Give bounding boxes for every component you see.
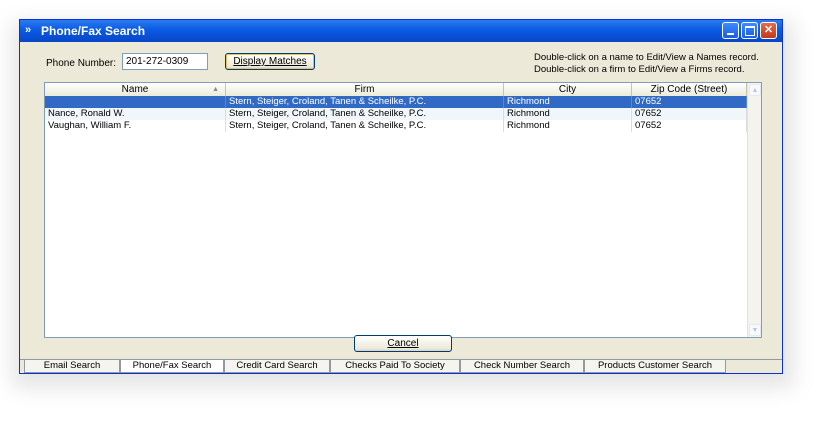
cell-zip[interactable]: 07652 — [632, 96, 747, 108]
cell-firm[interactable]: Stern, Steiger, Croland, Tanen & Scheilk… — [226, 96, 504, 108]
column-header-name[interactable]: Name ▲ — [45, 83, 226, 96]
scroll-down-icon[interactable]: ▼ — [749, 324, 761, 336]
minimize-button[interactable] — [722, 22, 739, 39]
phone-number-input[interactable] — [122, 53, 208, 70]
search-tabs: Email Search Phone/Fax Search Credit Car… — [20, 359, 782, 374]
cell-name[interactable]: Vaughan, William F. — [45, 120, 226, 132]
tab-credit-card-search[interactable]: Credit Card Search — [224, 360, 330, 373]
cell-firm[interactable]: Stern, Steiger, Croland, Tanen & Scheilk… — [226, 120, 504, 132]
tab-products-customer-search[interactable]: Products Customer Search — [584, 360, 726, 373]
minimize-icon — [727, 33, 734, 35]
tab-phone-fax-search[interactable]: Phone/Fax Search — [120, 360, 224, 373]
cell-city[interactable]: Richmond — [504, 96, 632, 108]
cell-city[interactable]: Richmond — [504, 120, 632, 132]
app-icon: » — [25, 24, 32, 36]
phone-number-label: Phone Number: — [46, 58, 117, 69]
display-matches-label: Display Matches — [233, 56, 307, 67]
hint-names: Double-click on a name to Edit/View a Na… — [534, 52, 759, 63]
vertical-scrollbar[interactable]: ▲ ▼ — [747, 83, 761, 337]
display-matches-button[interactable]: Display Matches — [225, 53, 315, 70]
tab-checks-paid-to-society[interactable]: Checks Paid To Society — [330, 360, 460, 373]
maximize-icon — [744, 26, 755, 36]
table-row[interactable]: Stern, Steiger, Croland, Tanen & Scheilk… — [45, 96, 747, 108]
cancel-label: Cancel — [387, 338, 419, 349]
grid-header: Name ▲ Firm City Zip Code (Street) — [45, 83, 747, 97]
scroll-up-icon[interactable]: ▲ — [749, 84, 761, 96]
cell-name[interactable]: Nance, Ronald W. — [45, 108, 226, 120]
column-header-city[interactable]: City — [504, 83, 632, 96]
maximize-button[interactable] — [741, 22, 758, 39]
table-row[interactable]: Vaughan, William F. Stern, Steiger, Crol… — [45, 120, 747, 132]
close-icon: ✕ — [763, 24, 774, 36]
title-bar[interactable]: » Phone/Fax Search ✕ — [20, 20, 782, 42]
sort-ascending-icon: ▲ — [212, 86, 219, 93]
cell-name[interactable] — [45, 96, 226, 108]
cell-zip[interactable]: 07652 — [632, 108, 747, 120]
tab-email-search[interactable]: Email Search — [24, 360, 120, 373]
hint-firms: Double-click on a firm to Edit/View a Fi… — [534, 64, 745, 75]
tab-check-number-search[interactable]: Check Number Search — [460, 360, 584, 373]
column-header-firm[interactable]: Firm — [226, 83, 504, 96]
cell-firm[interactable]: Stern, Steiger, Croland, Tanen & Scheilk… — [226, 108, 504, 120]
column-header-name-label: Name — [121, 84, 149, 95]
table-row[interactable]: Nance, Ronald W. Stern, Steiger, Croland… — [45, 108, 747, 120]
window-title: Phone/Fax Search — [41, 24, 146, 38]
cell-zip[interactable]: 07652 — [632, 120, 747, 132]
column-header-zip[interactable]: Zip Code (Street) — [632, 83, 747, 96]
results-grid[interactable]: Name ▲ Firm City Zip Code (Street) Stern… — [44, 82, 762, 338]
cell-city[interactable]: Richmond — [504, 108, 632, 120]
phone-fax-search-window: » Phone/Fax Search ✕ Phone Number: Displ… — [19, 19, 783, 374]
close-button[interactable]: ✕ — [760, 22, 777, 39]
cancel-button[interactable]: Cancel — [354, 335, 452, 352]
